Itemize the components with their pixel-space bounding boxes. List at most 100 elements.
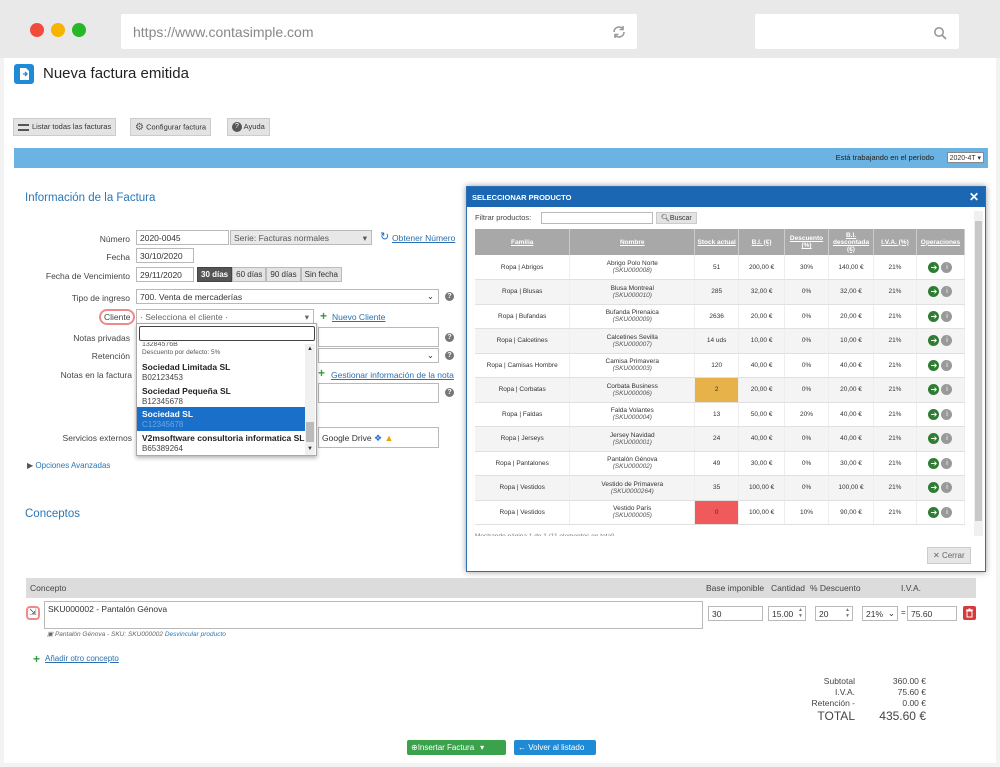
scroll-down-icon[interactable]: ▼ [307, 446, 313, 452]
nuevo-cliente-link[interactable]: Nuevo Cliente [332, 312, 385, 322]
modal-scrollbar[interactable] [974, 211, 983, 536]
descuento-input[interactable]: 20 ▲ ▼ [815, 606, 853, 621]
maximize-dot-icon[interactable] [72, 23, 86, 37]
back-to-list-button[interactable]: ← Volver al listado [514, 740, 596, 755]
google-drive-icon[interactable]: ▲ [384, 433, 393, 443]
address-bar[interactable]: https://www.contasimple.com [121, 14, 637, 49]
table-row[interactable]: Ropa | Calcetines Calcetines Sevilla (SKU0… [475, 328, 966, 354]
dropdown-item-selected[interactable]: Sociedad SL C12345678 [137, 407, 305, 431]
reload-icon[interactable] [611, 24, 627, 40]
cliente-search-input[interactable] [139, 326, 315, 341]
filter-input[interactable] [541, 212, 653, 224]
dropdown-scrollbar[interactable]: ▲ ▼ [305, 344, 315, 455]
info-icon[interactable]: i [941, 506, 953, 518]
dropbox-icon[interactable]: ❖ [374, 433, 382, 443]
stepper-icon[interactable]: ▲ ▼ [798, 607, 803, 619]
venc-none-button[interactable]: Sin fecha [300, 267, 342, 282]
close-dot-icon[interactable] [30, 23, 44, 37]
info-icon[interactable]: i [941, 433, 953, 445]
add-concept-link[interactable]: Añadir otro concepto [45, 654, 119, 663]
search-button[interactable]: 🔍︎Buscar [656, 212, 697, 224]
close-modal-button[interactable]: ✕ Cerrar [927, 547, 971, 564]
delete-line-button[interactable] [963, 606, 976, 620]
vencimiento-input[interactable]: 29/11/2020 [136, 267, 194, 282]
product-link-icon[interactable]: ⇲ [26, 606, 40, 620]
fecha-input[interactable]: 30/10/2020 [136, 248, 194, 263]
info-icon[interactable]: i [941, 457, 953, 469]
dropdown-item[interactable]: Sociedad Limitada SL B02123453 [137, 360, 305, 384]
select-arrow-icon[interactable]: ➔ [928, 310, 940, 322]
info-icon[interactable]: i [941, 482, 953, 494]
notas-factura-textarea[interactable] [318, 383, 439, 403]
select-arrow-icon[interactable]: ➔ [928, 261, 940, 273]
table-row[interactable]: Ropa | Pantalones Pantalón Génova (SKU0000… [475, 451, 966, 476]
desvincular-link[interactable]: Desvincular producto [165, 631, 226, 638]
notas-privadas-textarea[interactable] [318, 327, 439, 347]
info-icon[interactable]: i [941, 359, 953, 371]
col-bi[interactable]: B.I. (€) [738, 229, 786, 255]
retencion-select[interactable]: ⌄ [318, 348, 439, 363]
venc-60-button[interactable]: 60 días [232, 267, 267, 282]
col-descuento[interactable]: Descuento (%) [784, 229, 830, 255]
list-invoices-button[interactable]: Listar todas las facturas [13, 118, 117, 136]
dropdown-item[interactable]: Sociedad Pequeña SL B12345678 [137, 384, 305, 408]
help-icon[interactable]: ? [445, 351, 454, 360]
help-icon[interactable]: ? [445, 388, 454, 397]
info-icon[interactable]: i [941, 310, 953, 322]
table-row[interactable]: Ropa | Faldas Falda Volantes (SKU000004) 13… [475, 402, 966, 427]
iva-select[interactable]: 21% ⌄ [862, 606, 898, 621]
search-icon[interactable] [933, 26, 947, 40]
col-nombre[interactable]: Nombre [569, 229, 696, 255]
info-icon[interactable]: i [941, 261, 953, 273]
table-row[interactable]: Ropa | Vestidos Vestido París (SKU000005) 0… [475, 500, 966, 525]
col-bi-descontada[interactable]: B.I. descontada (€) [828, 229, 874, 255]
modal-scrollbar-thumb[interactable] [975, 221, 982, 521]
help-icon[interactable]: ? [445, 292, 454, 301]
insert-invoice-button[interactable]: ⊕Insertar Factura ▾ [407, 740, 506, 755]
browser-search-box[interactable] [755, 14, 959, 49]
concepto-textarea[interactable]: SKU000002 - Pantalón Génova [44, 601, 703, 629]
select-arrow-icon[interactable]: ➔ [928, 335, 940, 347]
select-arrow-icon[interactable]: ➔ [928, 433, 940, 445]
configure-invoice-button[interactable]: ⚙ Configurar factura [130, 118, 212, 136]
table-row[interactable]: Ropa | Vestidos Vestido de Primavera (SKU0… [475, 475, 966, 501]
help-button[interactable]: ? Ayuda [227, 118, 270, 136]
venc-30-button[interactable]: 30 días [197, 267, 233, 282]
numero-input[interactable]: 2020-0045 [136, 230, 229, 245]
opciones-avanzadas-toggle[interactable]: ▶ Opciones Avanzadas [27, 461, 110, 470]
serie-select[interactable]: Serie: Facturas normales ▾ [230, 230, 372, 245]
period-select[interactable]: 2020-4T ▾ [946, 152, 984, 163]
info-icon[interactable]: i [941, 384, 953, 396]
select-arrow-icon[interactable]: ➔ [928, 457, 940, 469]
select-arrow-icon[interactable]: ➔ [928, 384, 940, 396]
cliente-select[interactable]: · Selecciona el cliente · ▾ [136, 309, 314, 324]
col-stock[interactable]: Stock actual [694, 229, 740, 255]
caret-down-icon[interactable]: ▾ [480, 743, 484, 752]
select-arrow-icon[interactable]: ➔ [928, 359, 940, 371]
col-familia[interactable]: Familia [475, 229, 571, 255]
table-row[interactable]: Ropa | Blusas Blusa Montreal (SKU000010) 28… [475, 279, 966, 305]
tipo-ingreso-select[interactable]: 700. Venta de mercaderías ⌄ [136, 289, 439, 304]
select-arrow-icon[interactable]: ➔ [928, 408, 940, 420]
scroll-up-icon[interactable]: ▲ [307, 346, 313, 352]
cantidad-input[interactable]: 15.00 ▲ ▼ [768, 606, 806, 621]
gestionar-nota-link[interactable]: Gestionar información de la nota [331, 370, 454, 380]
info-icon[interactable]: i [941, 408, 953, 420]
col-iva[interactable]: I.V.A. (%) [873, 229, 917, 255]
table-row[interactable]: Ropa | Corbatas Corbata Business (SKU00000… [475, 377, 966, 403]
info-icon[interactable]: i [941, 286, 953, 298]
info-icon[interactable]: i [941, 335, 953, 347]
venc-90-button[interactable]: 90 días [266, 267, 301, 282]
base-input[interactable]: 30 [708, 606, 763, 621]
table-row[interactable]: Ropa | Jerseys Jersey Navidad (SKU000001) 2… [475, 426, 966, 452]
table-row[interactable]: Ropa | Abrigos Abrigo Polo Norte (SKU00000… [475, 255, 966, 280]
table-row[interactable]: Ropa | Camisas Hombre Camisa Primavera (SK… [475, 353, 966, 378]
stepper-icon[interactable]: ▲ ▼ [845, 607, 850, 619]
minimize-dot-icon[interactable] [51, 23, 65, 37]
table-row[interactable]: Ropa | Bufandas Bufanda Pirenaica (SKU0000… [475, 304, 966, 329]
select-arrow-icon[interactable]: ➔ [928, 482, 940, 494]
select-arrow-icon[interactable]: ➔ [928, 506, 940, 518]
select-arrow-icon[interactable]: ➔ [928, 286, 940, 298]
dropdown-item[interactable]: V2msoftware consultoria informatica SL B6… [137, 431, 315, 455]
close-icon[interactable]: ✕ [969, 190, 979, 204]
